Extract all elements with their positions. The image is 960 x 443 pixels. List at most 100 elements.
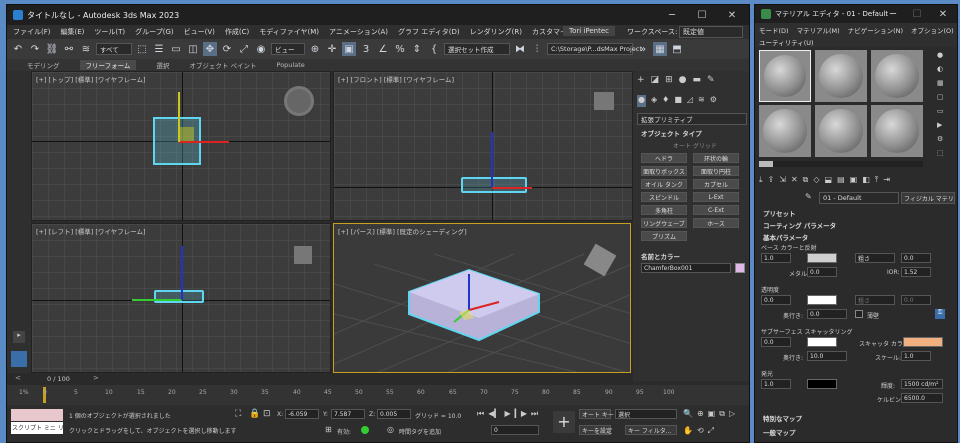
lights-icon[interactable]: ♦ xyxy=(662,95,669,107)
btn-prism[interactable]: プリズム xyxy=(641,231,687,241)
make-unique-icon[interactable]: ◇ xyxy=(813,175,819,187)
rotate-icon[interactable]: ⟳ xyxy=(220,42,234,56)
btn-ringwave[interactable]: リングウェーブ xyxy=(641,218,687,228)
btn-torus-knot[interactable]: 环状の輪 xyxy=(693,153,739,163)
sample-slot-3[interactable] xyxy=(871,50,923,102)
roughness-mode-dropdown[interactable]: 粗さ xyxy=(855,253,895,263)
lock-icon[interactable]: ⚿ xyxy=(935,309,945,319)
kelvin-field[interactable]: 6500.0 xyxy=(901,393,943,403)
expand-strip-icon[interactable]: ▸ xyxy=(13,331,25,343)
chamfer-box-front[interactable] xyxy=(461,177,527,193)
close-button[interactable]: ✕ xyxy=(717,5,747,25)
zoom-extents-all-icon[interactable]: ⧉ xyxy=(719,409,725,422)
me-menu-utilities[interactable]: ユーティリティ(U) xyxy=(759,37,814,47)
get-material-icon[interactable]: ⤓ xyxy=(759,175,763,187)
pan-icon[interactable]: ✋ xyxy=(683,426,693,439)
project-path-field[interactable]: C:\Storage\P...dsMax Project xyxy=(547,43,642,55)
uv-tiling-icon[interactable]: ▢ xyxy=(937,93,949,101)
gizmo-z-axis[interactable] xyxy=(181,246,183,300)
ior-field[interactable]: 1.52 xyxy=(901,267,931,277)
btn-hose[interactable]: ホース xyxy=(693,218,739,228)
btn-capsule[interactable]: カプセル xyxy=(693,179,739,189)
menu-create[interactable]: 作成(C) xyxy=(225,27,249,37)
go-to-start-icon[interactable]: ⏮ xyxy=(477,409,484,421)
options-icon[interactable]: ⚙ xyxy=(937,135,949,143)
motion-tab-icon[interactable]: ● xyxy=(679,75,687,87)
roughness-field[interactable]: 0.0 xyxy=(901,253,931,263)
z-coordinate[interactable]: 0.005 xyxy=(377,409,411,419)
time-slider-prev[interactable]: < xyxy=(15,374,21,382)
special-maps-rollout[interactable]: 特別なマップ xyxy=(763,413,802,423)
menu-group[interactable]: グループ(G) xyxy=(135,27,173,37)
link-icon[interactable]: ⛓ xyxy=(45,42,59,56)
chamfer-box-left[interactable] xyxy=(154,290,204,303)
minimize-button[interactable]: ─ xyxy=(657,5,687,25)
scale-icon[interactable]: ⤢ xyxy=(237,42,251,56)
assign-to-selection-icon[interactable]: ⇲ xyxy=(779,175,786,187)
metalness-field[interactable]: 0.0 xyxy=(807,267,837,277)
orbit-icon[interactable]: ⟲ xyxy=(697,426,704,439)
material-type-button[interactable]: フィジカル マテリアル xyxy=(901,192,955,204)
play-icon[interactable]: ▶ xyxy=(505,409,511,421)
viewport-top-label[interactable]: [+] [トップ] [標準] [ワイヤフレーム] xyxy=(36,74,146,84)
viewport-front[interactable]: [+] [フロント] [標準] [ワイヤフレーム] xyxy=(333,71,633,221)
systems-icon[interactable]: ⚙ xyxy=(710,95,717,107)
btn-c-ext[interactable]: C-Ext xyxy=(693,205,739,215)
presets-rollout[interactable]: プリセット xyxy=(763,208,796,218)
percent-snap-icon[interactable]: % xyxy=(393,42,407,56)
user-button[interactable]: Tori iPentec xyxy=(563,26,615,36)
cameras-icon[interactable]: ■ xyxy=(674,95,682,107)
primitive-category-dropdown[interactable]: 拡張プリミティブ xyxy=(637,113,747,125)
menu-graph-editors[interactable]: グラフ エディタ(D) xyxy=(398,27,460,37)
current-frame-field[interactable]: 0 xyxy=(491,425,539,435)
me-menu-options[interactable]: オプション(O) xyxy=(911,25,954,35)
gizmo-y-axis[interactable] xyxy=(132,299,182,301)
set-key-button[interactable]: キーを設定 xyxy=(579,425,612,435)
bind-space-warp-icon[interactable]: ≋ xyxy=(79,42,93,56)
sample-slot-1[interactable] xyxy=(759,50,811,102)
menu-view[interactable]: ビュー(V) xyxy=(184,27,215,37)
add-key-icon[interactable]: + xyxy=(553,411,575,433)
viewcube-top-icon[interactable] xyxy=(284,86,314,116)
object-name-field[interactable]: ChamferBox001 xyxy=(641,263,731,273)
placement-icon[interactable]: ◉ xyxy=(254,42,268,56)
me-close-button[interactable]: ✕ xyxy=(931,5,955,23)
base-color-swatch[interactable] xyxy=(807,253,837,263)
toolbar-overflow-icon[interactable]: » xyxy=(636,42,650,56)
sample-slot-scrollbar[interactable] xyxy=(759,161,923,167)
maxscript-mini-listener[interactable]: スクリプト ミニ リス xyxy=(11,422,63,434)
ribbon-tab-populate[interactable]: Populate xyxy=(277,61,305,69)
track-bar[interactable]: 1% 0 5 10 15 20 25 30 35 40 45 50 55 60 … xyxy=(7,385,749,405)
preview-icon[interactable]: ▶ xyxy=(937,121,949,129)
sample-slot-2[interactable] xyxy=(815,50,867,102)
menu-file[interactable]: ファイル(F) xyxy=(13,27,51,37)
lock-selection-icon[interactable]: 🔒 xyxy=(249,409,260,419)
autogrid-checkbox[interactable]: オート グリッド xyxy=(673,141,717,150)
next-frame-icon[interactable]: ▎▶ xyxy=(515,409,527,421)
align-icon[interactable]: ⫶ xyxy=(530,42,544,56)
btn-hedra[interactable]: ヘドラ xyxy=(641,153,687,163)
time-slider-next[interactable]: > xyxy=(93,374,99,382)
object-color-swatch[interactable] xyxy=(735,263,745,273)
material-id-icon[interactable]: ▤ xyxy=(837,175,845,187)
transparency-rough-mode[interactable]: 粗さ xyxy=(855,295,895,305)
transparency-weight-field[interactable]: 0.0 xyxy=(761,295,791,305)
transparency-depth-field[interactable]: 0.0 xyxy=(807,309,847,319)
key-mode-dropdown[interactable]: 選択 xyxy=(615,409,677,419)
select-by-name-icon[interactable]: ☰ xyxy=(152,42,166,56)
create-tab-icon[interactable]: + xyxy=(637,75,645,87)
display-tab-icon[interactable]: ▬ xyxy=(692,75,701,87)
go-forward-sibling-icon[interactable]: ⇥ xyxy=(883,175,890,187)
ribbon-tab-object-paint[interactable]: オブジェクト ペイント xyxy=(189,60,256,70)
time-slider[interactable]: < 0 / 100 > xyxy=(7,373,633,385)
zoom-icon[interactable]: 🔍 xyxy=(683,409,693,422)
x-coordinate[interactable]: -6.059 xyxy=(285,409,319,419)
enabled-toggle-icon[interactable] xyxy=(361,426,369,434)
thin-walled-checkbox[interactable] xyxy=(855,310,863,318)
reset-map-icon[interactable]: ✕ xyxy=(791,175,798,187)
selection-filter-dropdown[interactable]: すべて xyxy=(96,43,132,55)
geometry-icon[interactable]: ● xyxy=(637,95,646,107)
rect-selection-icon[interactable]: ▭ xyxy=(169,42,183,56)
viewport-top[interactable]: [+] [トップ] [標準] [ワイヤフレーム] xyxy=(31,71,331,221)
reference-coord-dropdown[interactable]: ビュー xyxy=(271,43,305,55)
